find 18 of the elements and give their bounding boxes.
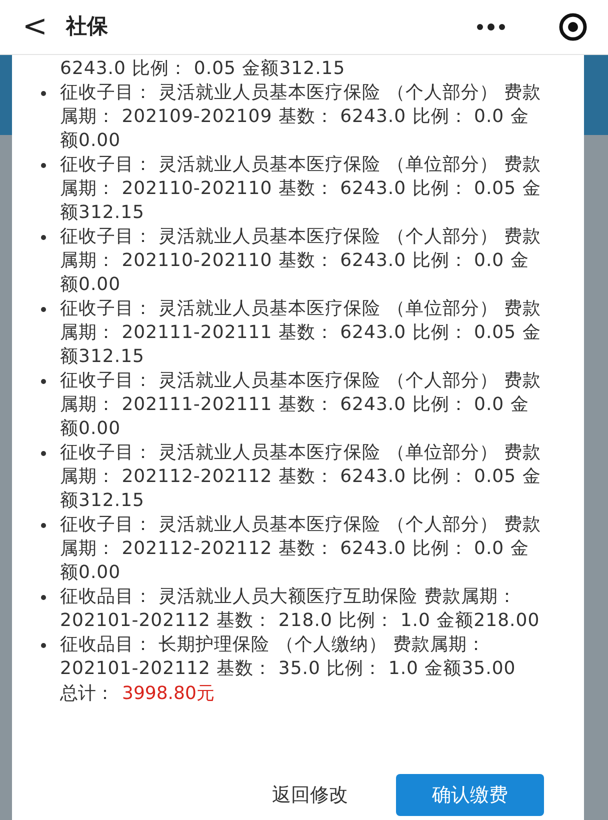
total-amount: 3998.80元 [122, 682, 214, 706]
fee-item-text: 征收子目： 灵活就业人员基本医疗保险 （个人部分） 费款属期： 202112-202112 基数： 6243.0 比例： 0.0 金额0.00 [60, 513, 542, 585]
more-icon[interactable] [476, 23, 506, 31]
fee-item-text: 征收子目： 灵活就业人员基本医疗保险 （单位部分） 费款属期： 202111-202111 基数： 6243.0 比例： 0.05 金额312.15 [60, 297, 542, 369]
fee-item-text: 征收子目： 灵活就业人员基本医疗保险 （个人部分） 费款属期： 202111-202111 基数： 6243.0 比例： 0.0 金额0.00 [60, 369, 542, 441]
fee-item-text: 征收品目： 长期护理保险 （个人缴纳） 费款属期： 202101-202112 基数： 35.0 比例： 1.0 金额35.00 [60, 633, 517, 681]
page-title: 社保 [66, 13, 108, 40]
fee-item-text: 征收子目： 灵活就业人员基本医疗保险 （个人部分） 费款属期： 202109-202109 基数： 6243.0 比例： 0.0 金额0.00 [60, 81, 542, 153]
back-button[interactable]: < [20, 12, 50, 42]
total-label: 总计： [60, 682, 114, 706]
return-edit-button[interactable]: 返回修改 [264, 780, 356, 810]
fee-item-text: 6243.0 比例： 0.05 金额312.15 [60, 57, 346, 81]
fee-item-text: 征收子目： 灵活就业人员基本医疗保险 （单位部分） 费款属期： 202110-202110 基数： 6243.0 比例： 0.05 金额312.15 [60, 153, 542, 225]
fee-item-text: 征收子目： 灵活就业人员基本医疗保险 （个人部分） 费款属期： 202110-202110 基数： 6243.0 比例： 0.0 金额0.00 [60, 225, 542, 297]
fee-item-text: 征收子目： 灵活就业人员基本医疗保险 （单位部分） 费款属期： 202112-202112 基数： 6243.0 比例： 0.05 金额312.15 [60, 441, 542, 513]
target-icon[interactable] [558, 12, 588, 42]
confirm-pay-button[interactable]: 确认缴费 [396, 774, 544, 816]
fee-item-text: 征收品目： 灵活就业人员大额医疗互助保险 费款属期： 202101-202112 基数： 218.0 比例： 1.0 金额218.00 [60, 585, 541, 633]
